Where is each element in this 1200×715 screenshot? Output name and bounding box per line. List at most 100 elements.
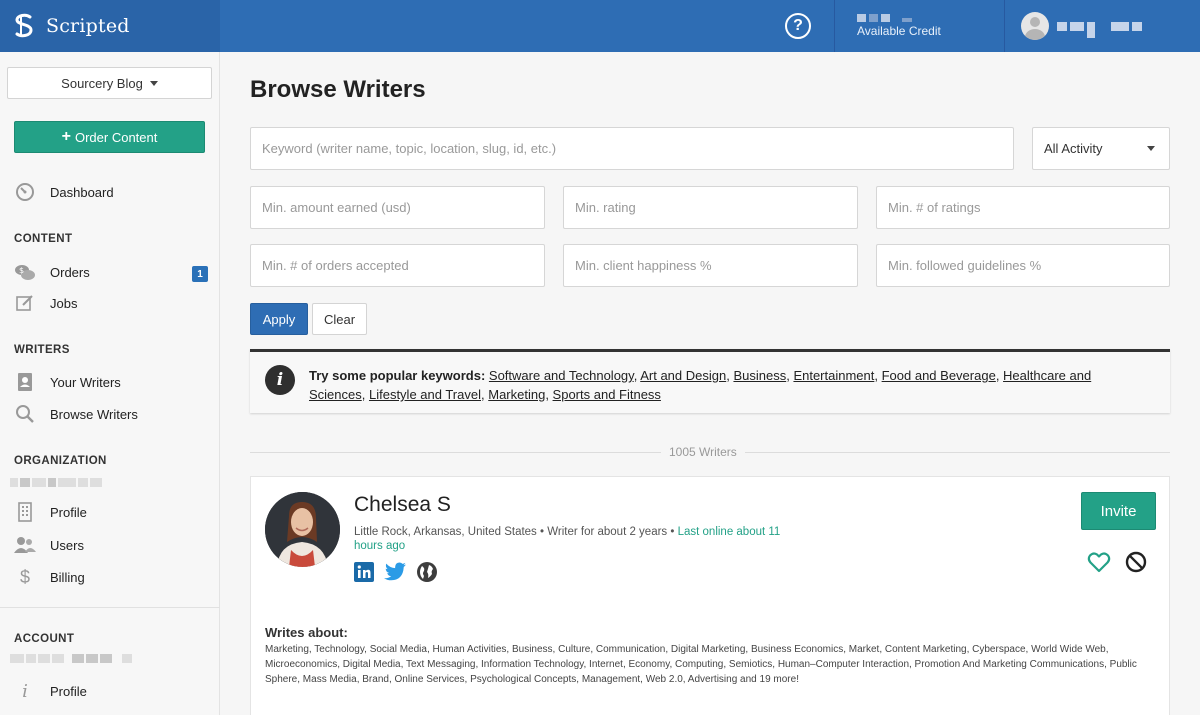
min-rating-input[interactable] xyxy=(575,200,857,215)
edit-icon xyxy=(14,293,36,313)
twitter-icon[interactable] xyxy=(383,562,407,582)
caret-down-icon xyxy=(149,80,158,86)
min-ratings-count-input[interactable] xyxy=(888,200,1169,215)
organization-name-redacted xyxy=(10,478,102,487)
sidebar-item-label: Dashboard xyxy=(50,184,114,200)
sidebar-item-browse-writers[interactable]: Browse Writers xyxy=(14,404,138,424)
sidebar-item-label: Profile xyxy=(50,683,87,699)
available-credit[interactable]: Available Credit xyxy=(834,0,1004,52)
users-icon xyxy=(14,535,36,555)
section-writers: WRITERS xyxy=(14,344,70,356)
invite-button[interactable]: Invite xyxy=(1081,492,1156,530)
activity-select-value: All Activity xyxy=(1044,141,1103,156)
account-name-redacted xyxy=(10,654,132,663)
section-organization: ORGANIZATION xyxy=(14,455,107,467)
brand[interactable]: Scripted xyxy=(0,0,220,52)
section-content: CONTENT xyxy=(14,233,73,245)
building-icon xyxy=(14,502,36,522)
sidebar-item-users[interactable]: Users xyxy=(14,535,84,555)
min-amount-field[interactable] xyxy=(250,186,545,229)
keyword-link[interactable]: Lifestyle and Travel xyxy=(369,387,481,402)
globe-icon[interactable] xyxy=(416,561,438,583)
sidebar-item-label: Jobs xyxy=(50,295,78,311)
keyword-link[interactable]: Art and Design xyxy=(640,368,726,383)
sidebar-item-dashboard[interactable]: Dashboard xyxy=(14,182,114,202)
writer-actions xyxy=(1087,551,1147,573)
min-rating-field[interactable] xyxy=(563,186,858,229)
top-bar: Scripted ? Available Credit xyxy=(0,0,1200,52)
keyword-link[interactable]: Entertainment xyxy=(793,368,874,383)
keyword-link[interactable]: Sports and Fitness xyxy=(553,387,661,402)
info-i-icon: i xyxy=(22,680,28,702)
writer-photo[interactable] xyxy=(265,492,340,567)
sidebar-item-label: Profile xyxy=(50,504,87,520)
keyword-link[interactable]: Software and Technology xyxy=(489,368,634,383)
writer-count: 1005 Writers xyxy=(661,445,745,459)
caret-down-icon xyxy=(1147,146,1155,151)
blog-select[interactable]: Sourcery Blog xyxy=(7,67,212,99)
writer-name[interactable]: Chelsea S xyxy=(354,493,451,517)
sidebar-divider xyxy=(0,607,220,608)
credit-label: Available Credit xyxy=(857,24,941,38)
min-ratings-count-field[interactable] xyxy=(876,186,1170,229)
min-amount-input[interactable] xyxy=(262,200,544,215)
keyword-search-input[interactable] xyxy=(262,141,1013,156)
user-menu[interactable] xyxy=(1004,0,1200,52)
block-icon[interactable] xyxy=(1125,551,1147,573)
section-account: ACCOUNT xyxy=(14,633,75,645)
keyword-search-field[interactable] xyxy=(250,127,1014,170)
coins-icon: $ xyxy=(14,262,36,282)
keyword-link[interactable]: Marketing xyxy=(488,387,545,402)
min-orders-field[interactable] xyxy=(250,244,545,287)
keyword-link[interactable]: Food and Beverage xyxy=(882,368,996,383)
scripted-logo-icon xyxy=(15,13,33,38)
credit-amount-redacted xyxy=(857,14,1004,22)
orders-count-badge: 1 xyxy=(192,266,208,282)
help-button[interactable]: ? xyxy=(762,0,834,52)
plus-icon: + xyxy=(61,128,71,145)
dollar-icon: $ xyxy=(19,566,30,587)
sidebar: Sourcery Blog + Order Content Dashboard … xyxy=(0,52,220,715)
writes-about-list: Marketing, Technology, Social Media, Hum… xyxy=(265,644,1137,685)
brand-name: Scripted xyxy=(46,15,130,37)
question-circle-icon: ? xyxy=(785,13,811,39)
min-orders-input[interactable] xyxy=(262,258,544,273)
order-content-button[interactable]: + Order Content xyxy=(14,121,205,153)
writer-card: Chelsea S Little Rock, Arkansas, United … xyxy=(250,476,1170,715)
sidebar-item-label: Billing xyxy=(50,569,85,585)
heart-icon[interactable] xyxy=(1087,551,1111,573)
sidebar-item-account-profile[interactable]: i Profile xyxy=(14,680,87,702)
svg-text:$: $ xyxy=(19,266,24,275)
min-guidelines-field[interactable] xyxy=(876,244,1170,287)
sidebar-item-orders[interactable]: $ Orders xyxy=(14,262,90,282)
sidebar-item-jobs[interactable]: Jobs xyxy=(14,293,77,313)
order-content-label: Order Content xyxy=(74,129,158,145)
keyword-link[interactable]: Business xyxy=(733,368,786,383)
apply-button[interactable]: Apply xyxy=(250,303,308,335)
search-icon xyxy=(14,404,36,424)
sidebar-item-label: Your Writers xyxy=(50,374,121,390)
writer-social-links xyxy=(354,561,438,583)
sidebar-item-label: Browse Writers xyxy=(50,406,138,422)
popular-keywords-prefix: Try some popular keywords: xyxy=(309,368,486,383)
writer-meta: Little Rock, Arkansas, United States • W… xyxy=(354,525,804,553)
sidebar-item-organization-profile[interactable]: Profile xyxy=(14,502,87,522)
min-guidelines-input[interactable] xyxy=(888,258,1169,273)
activity-select[interactable]: All Activity xyxy=(1032,127,1170,170)
writer-location-meta: Little Rock, Arkansas, United States • W… xyxy=(354,526,678,538)
sidebar-item-your-writers[interactable]: Your Writers xyxy=(14,372,121,392)
min-happiness-input[interactable] xyxy=(575,258,857,273)
avatar xyxy=(1021,12,1049,40)
address-book-icon xyxy=(14,372,36,392)
clear-button[interactable]: Clear xyxy=(312,303,367,335)
sidebar-item-billing[interactable]: $ Billing xyxy=(14,567,85,587)
popular-keywords-box: i Try some popular keywords: Software an… xyxy=(250,349,1170,413)
linkedin-icon[interactable] xyxy=(354,562,374,582)
user-name-redacted xyxy=(1057,14,1142,38)
sidebar-item-label: Users xyxy=(50,537,84,553)
dashboard-gauge-icon xyxy=(14,182,36,202)
sidebar-item-label: Orders xyxy=(50,264,90,280)
min-happiness-field[interactable] xyxy=(563,244,858,287)
blog-select-label: Sourcery Blog xyxy=(61,75,143,91)
